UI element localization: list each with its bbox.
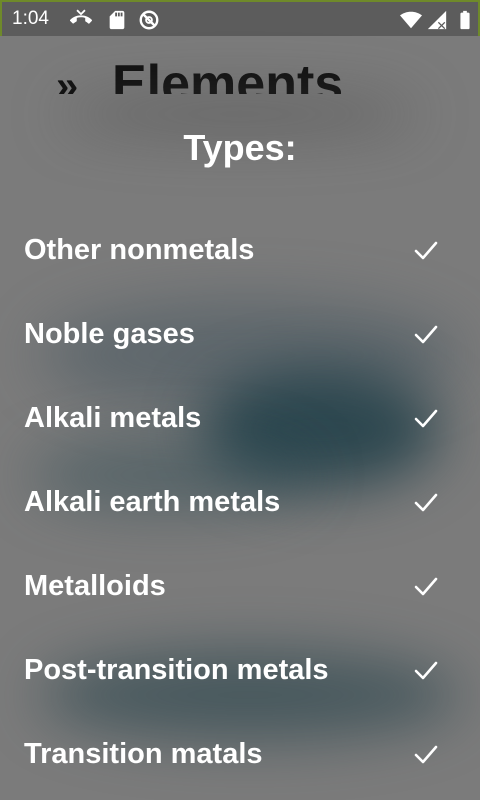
battery-icon [454, 9, 476, 31]
type-option-label: Post-transition metals [24, 654, 329, 686]
sd-card-icon [106, 9, 128, 31]
check-icon [412, 658, 440, 682]
type-option-label: Transition matals [24, 738, 263, 770]
screen: 1:04 » Elements Types: Other nonmetals N… [0, 0, 480, 800]
types-heading: Types: [183, 127, 297, 168]
type-option-metalloids[interactable]: Metalloids [0, 546, 480, 630]
check-icon [412, 238, 440, 262]
check-icon [412, 490, 440, 514]
type-option-alkali-earth-metals[interactable]: Alkali earth metals [0, 462, 480, 546]
type-option-label: Other nonmetals [24, 234, 255, 266]
type-option-alkali-metals[interactable]: Alkali metals [0, 378, 480, 462]
type-option-label: Alkali earth metals [24, 486, 281, 518]
type-option-post-transition-metals[interactable]: Post-transition metals [0, 630, 480, 714]
type-option-noble-gases[interactable]: Noble gases [0, 294, 480, 378]
check-icon [412, 322, 440, 346]
check-icon [412, 574, 440, 598]
signal-no-data-icon [426, 9, 448, 31]
background-header: » Elements [0, 36, 480, 94]
status-time: 1:04 [12, 8, 49, 29]
wifi-icon [400, 9, 422, 31]
type-option-label: Metalloids [24, 570, 166, 602]
background-title: Elements [112, 55, 344, 94]
type-option-label: Alkali metals [24, 402, 202, 434]
missed-call-icon [70, 9, 92, 31]
status-bar: 1:04 [0, 0, 480, 36]
type-option-transition-metals[interactable]: Transition matals [0, 714, 480, 798]
chevron-icon: » [56, 64, 79, 94]
check-icon [412, 406, 440, 430]
do-not-disturb-icon [138, 9, 160, 31]
check-icon [412, 742, 440, 766]
type-option-label: Noble gases [24, 318, 195, 350]
type-option-other-nonmetals[interactable]: Other nonmetals [0, 210, 480, 294]
